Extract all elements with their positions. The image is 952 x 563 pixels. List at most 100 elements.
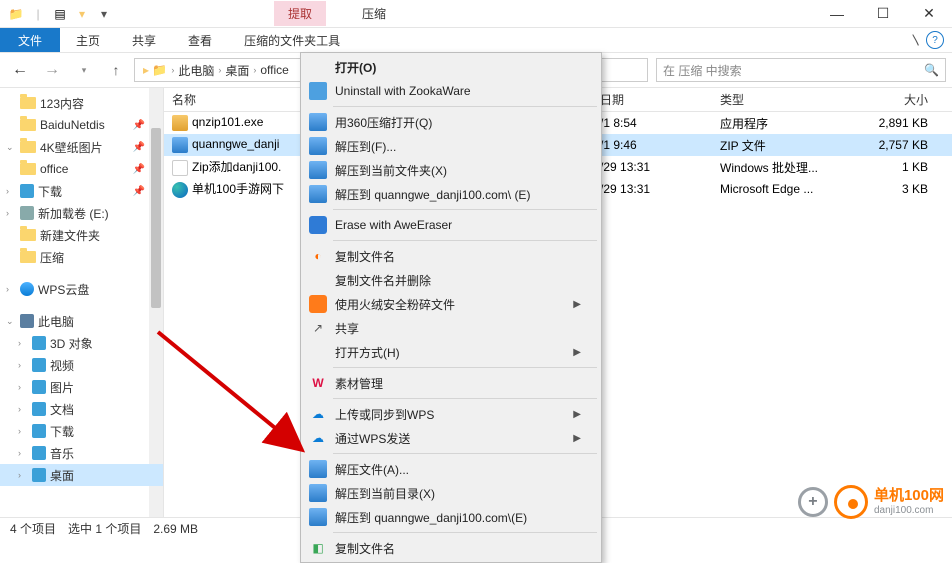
menu-item[interactable]: 复制文件名并删除 [303,268,599,292]
tree-item[interactable]: ›文档 [0,398,163,420]
tree-item-label: 桌面 [50,467,74,484]
tree-item[interactable]: ›新加载卷 (E:) [0,202,163,224]
menu-item[interactable]: 解压到 quanngwe_danji100.com\ (E) [303,182,599,206]
folder-icon: ▸ 📁 [139,63,171,77]
tree-item-label: 图片 [50,379,74,396]
menu-item[interactable]: ☁上传或同步到WPS▶ [303,402,599,426]
tree-item[interactable]: office📌 [0,158,163,180]
tree-view[interactable]: 123内容BaiduNetdis📌⌄4K壁纸图片📌office📌›下载📌›新加载… [0,88,164,517]
menu-item-label: 复制文件名并删除 [335,272,431,289]
menu-item-label: 用360压缩打开(Q) [335,114,432,131]
home-tab[interactable]: 主页 [60,28,116,52]
menu-item[interactable]: Erase with AweEraser [303,213,599,237]
menu-item[interactable]: 解压到当前文件夹(X) [303,158,599,182]
compress-tab[interactable]: 压缩 [348,1,400,26]
selection-count: 选中 1 个项目 [68,520,141,537]
tree-item[interactable]: › 3D 对象 [0,332,163,354]
tree-item-label: 3D 对象 [50,335,93,352]
menu-item[interactable]: 解压到(F)... [303,134,599,158]
tree-item[interactable]: ⌄ 此电脑 [0,310,163,332]
ribbon-collapse-icon[interactable]: 〵 [910,32,922,49]
expand-icon[interactable]: › [18,338,21,348]
back-button[interactable]: ← [6,58,34,82]
new-folder-icon[interactable]: ▾ [72,4,92,24]
menu-item[interactable]: 解压文件(A)... [303,457,599,481]
expand-icon[interactable]: › [18,470,21,480]
tree-item[interactable]: › 桌面 [0,464,163,486]
expand-icon[interactable]: ⌄ [6,142,14,153]
expand-icon[interactable]: ⌄ [6,316,14,327]
menu-item[interactable]: ◐复制文件名 [303,244,599,268]
menu-item[interactable]: ☁通过WPS发送▶ [303,426,599,450]
maximize-button[interactable]: ☐ [860,0,906,28]
expand-icon[interactable]: › [6,186,9,196]
menu-item[interactable]: W素材管理 [303,371,599,395]
col-size[interactable]: 大小 [832,91,952,108]
breadcrumb-seg[interactable]: 此电脑 [174,62,218,79]
menu-item[interactable]: 用360压缩打开(Q) [303,110,599,134]
expand-icon[interactable]: › [18,426,21,436]
col-type[interactable]: 类型 [712,91,832,108]
file-tab[interactable]: 文件 [0,28,60,52]
properties-icon[interactable]: ▤ [50,4,70,24]
file-name: Zip添加danji100. [192,160,281,174]
folder-icon: 📁 [6,4,26,24]
tree-item[interactable]: ⌄4K壁纸图片📌 [0,136,163,158]
tree-item[interactable]: BaiduNetdis📌 [0,114,163,136]
help-icon[interactable]: ? [926,31,944,49]
minimize-button[interactable]: ― [814,0,860,28]
tree-item[interactable]: 123内容 [0,92,163,114]
title-bar: 📁 | ▤ ▾ ▾ 提取 压缩 ― ☐ ✕ [0,0,952,28]
menu-item-label: 解压文件(A)... [335,461,409,478]
col-date[interactable]: 日期 [592,91,712,108]
tree-item-label: 此电脑 [38,313,74,330]
download-icon [20,184,34,198]
search-box[interactable]: 在 压缩 中搜索 🔍 [656,58,946,82]
submenu-arrow-icon: ▶ [573,433,581,444]
tree-item[interactable]: 新建文件夹 [0,224,163,246]
up-button[interactable]: ↑ [102,58,130,82]
expand-icon[interactable]: › [18,404,21,414]
expand-icon[interactable]: › [6,208,9,218]
menu-item-label: 复制文件名 [335,248,395,265]
expand-icon[interactable]: › [18,360,21,370]
menu-item[interactable]: Uninstall with ZookaWare [303,79,599,103]
compress-tools-tab[interactable]: 压缩的文件夹工具 [228,28,356,52]
extract-tab[interactable]: 提取 [274,1,326,26]
breadcrumb-seg[interactable]: office [256,63,292,77]
forward-button[interactable]: → [38,58,66,82]
breadcrumb-seg[interactable]: 桌面 [221,62,253,79]
expand-icon[interactable]: › [18,448,21,458]
menu-item[interactable]: 打开方式(H)▶ [303,340,599,364]
menu-separator [333,106,597,107]
tree-item[interactable]: ›下载📌 [0,180,163,202]
close-button[interactable]: ✕ [906,0,952,28]
tree-item[interactable]: ›下载 [0,420,163,442]
menu-item[interactable]: ◧复制文件名 [303,536,599,560]
view-tab[interactable]: 查看 [172,28,228,52]
tree-item[interactable]: ›视频 [0,354,163,376]
search-icon[interactable]: 🔍 [924,63,939,77]
expand-icon[interactable]: › [18,382,21,392]
menu-item[interactable]: 打开(O) [303,55,599,79]
menu-item-label: 打开方式(H) [335,344,400,361]
edge-icon [172,182,188,198]
tree-item[interactable]: › 图片 [0,376,163,398]
recent-dropdown[interactable]: ▾ [70,58,98,82]
menu-separator [333,367,597,368]
qat-overflow[interactable]: ▾ [94,4,114,24]
tree-item[interactable]: 压缩 [0,246,163,268]
tree-item[interactable]: ›音乐 [0,442,163,464]
pin-icon: 📌 [133,120,145,131]
exe-icon [172,115,188,131]
menu-item[interactable]: 解压到 quanngwe_danji100.com\(E) [303,505,599,529]
tree-item[interactable]: ›WPS云盘 [0,278,163,300]
wps-cloud-icon [20,282,34,296]
menu-item[interactable]: 解压到当前目录(X) [303,481,599,505]
expand-icon[interactable]: › [6,284,9,294]
menu-separator [333,209,597,210]
folder-icon [20,97,36,109]
menu-item[interactable]: 使用火绒安全粉碎文件▶ [303,292,599,316]
menu-item[interactable]: ↗共享 [303,316,599,340]
share-tab[interactable]: 共享 [116,28,172,52]
